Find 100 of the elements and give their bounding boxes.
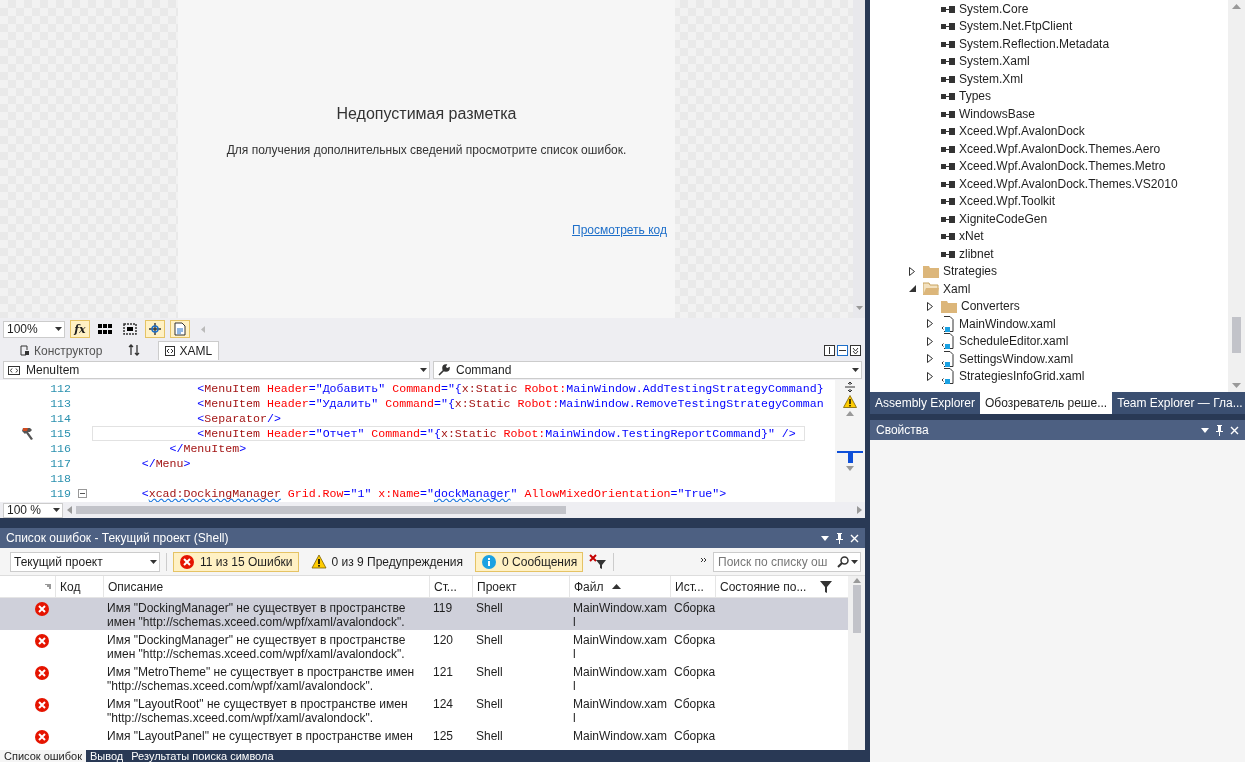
column-header[interactable]: Проект [472,576,569,597]
expand-icon[interactable] [909,266,915,276]
dropdown-icon[interactable] [1201,427,1209,433]
search-field[interactable]: Поиск по списку ош [713,551,861,572]
collapse-pane-icon[interactable] [850,344,861,356]
xaml-tab[interactable]: XAML [158,341,220,360]
view-code-link[interactable]: Просмотреть код [572,223,667,237]
info-icon [481,553,498,570]
tree-item[interactable]: XigniteCodeGen [870,210,1228,228]
document-icon [172,322,188,336]
tree-item[interactable]: System.Reflection.Metadata [870,35,1228,53]
expand-icon[interactable] [927,336,933,346]
error-row[interactable]: Имя "LayoutRoot" не существует в пространстве имен "http://schemas.xceed.com/wpf/xaml/avalondock". 124 Shell MainWindow.xam l Сборка [0,694,848,726]
info-filter-button[interactable]: 0 Сообщения [475,551,584,572]
scroll-up-icon [1232,4,1241,9]
tree-item[interactable]: ScheduleEditor.xaml [870,332,1228,350]
panel-tab[interactable]: Assembly Explorer [870,392,981,414]
code-line: <MenuItem Header="Добавить" Command="{x:Static Robot:MainWindow.AddTestingStrategyCommand} [196,381,825,396]
scope-dropdown[interactable]: Текущий проект [10,551,160,572]
expand-icon[interactable] [927,301,933,311]
pin-icon[interactable] [1215,424,1224,436]
panel-tab[interactable]: Список ошибок [0,750,86,762]
error-description: Имя "LayoutRoot" не существует в пространстве имен "http://schemas.xceed.com/wpf/xaml/avalondock". [106,697,409,725]
scroll-down-icon [1232,383,1241,388]
tree-item[interactable]: StrategiesInfoGrid.xaml [870,367,1228,385]
horizontal-split-icon[interactable] [837,344,848,356]
tree-item[interactable]: Xceed.Wpf.AvalonDock.Themes.Metro [870,157,1228,175]
error-row[interactable]: Имя "DockingManager" не существует в пространстве имен "http://schemas.xceed.com/wpf/xaml/avalondock". 119 Shell MainWindow.xam l Сборка [0,598,848,630]
tree-item[interactable]: Xceed.Wpf.Toolkit [870,192,1228,210]
fx-button[interactable]: fx [70,320,90,338]
tree-item[interactable]: Xaml [870,280,1228,298]
panel-tab[interactable]: Вывод [86,750,128,762]
code-line: <Separator/> [196,411,282,426]
panel-tab[interactable]: Результаты поиска символа [127,750,278,762]
tree-item[interactable]: WindowsBase [870,105,1228,123]
pin-icon[interactable] [835,532,844,544]
expanded-icon[interactable] [908,285,916,293]
dropdown-icon[interactable] [821,535,829,541]
tree-item[interactable]: Xceed.Wpf.AvalonDock [870,122,1228,140]
split-editor-icon[interactable] [844,382,856,392]
error-icon [34,665,50,681]
panel-tab[interactable]: Team Explorer — Гла... [1112,392,1245,414]
zoom-dropdown[interactable]: 100 % [3,502,63,518]
code-line: </MenuItem> [168,441,248,456]
tree-item[interactable]: xNet [870,227,1228,245]
error-row[interactable]: Имя "LayoutPanel" не существует в пространстве имен 125 Shell MainWindow.xam Сборка [0,726,848,746]
warning-icon [843,395,857,408]
filter-icon[interactable] [820,580,832,593]
tree-item[interactable]: zlibnet [870,245,1228,263]
column-header[interactable]: Ист... [670,576,715,597]
close-icon[interactable] [1230,425,1239,435]
column-header[interactable]: Файл [569,576,670,597]
reference-icon [941,127,955,136]
source-cell-text: Сборка [673,729,715,743]
element-dropdown[interactable]: MenuItem [3,361,430,379]
panel-tab[interactable]: Обозреватель реше... [980,392,1113,414]
snap-lines-icon [147,322,163,336]
tree-item[interactable]: System.Xml [870,70,1228,88]
line-number: 116 [49,442,72,455]
scroll-thumb[interactable] [852,585,861,633]
expand-icon[interactable] [927,319,933,329]
column-header[interactable]: Описание [103,576,429,597]
member-dropdown[interactable]: Command [433,361,862,379]
tree-item[interactable]: Converters [870,297,1228,315]
snap-lines-button[interactable] [145,320,165,338]
reference-icon [941,162,955,171]
tree-item[interactable]: Strategies [870,262,1228,280]
scroll-thumb[interactable] [76,506,566,514]
design-tab[interactable]: Конструктор [14,341,109,360]
error-row[interactable]: Имя "DockingManager" не существует в пространстве имен "http://schemas.xceed.com/wpf/xaml/avalondock". 120 Shell MainWindow.xam l Сборка [0,630,848,662]
expand-icon[interactable] [927,354,933,364]
column-header[interactable]: Код [55,576,103,597]
error-filter-button[interactable]: 11 из 15 Ошибки [173,551,299,572]
warning-filter-button[interactable]: 0 из 9 Предупреждения [304,551,470,572]
swap-panes-icon[interactable] [128,344,141,356]
tree-item[interactable]: MainWindow.xaml [870,315,1228,333]
tree-item[interactable]: SettingsWindow.xaml [870,350,1228,368]
tree-item[interactable]: Xceed.Wpf.AvalonDock.Themes.Aero [870,140,1228,158]
column-header[interactable]: Ст... [429,576,472,597]
reference-icon [941,197,955,206]
project-cell-text: Shell [475,665,504,679]
error-row[interactable]: Имя "MetroTheme" не существует в пространстве имен "http://schemas.xceed.com/wpf/xaml/avalondock". 121 Shell MainWindow.xam l Сборка [0,662,848,694]
clear-filter-icon[interactable] [589,553,608,570]
scroll-thumb[interactable] [1232,317,1241,353]
tree-item[interactable]: Xceed.Wpf.AvalonDock.Themes.VS2010 [870,175,1228,193]
code-line: <MenuItem Header="Удалить" Command="{x:Static Robot:MainWindow.RemoveTestingStrategyComman [196,396,825,411]
tree-item[interactable]: System.Core [870,0,1228,18]
tree-item[interactable]: Types [870,87,1228,105]
tree-item[interactable]: System.Xaml [870,52,1228,70]
document-button[interactable] [170,320,190,338]
expand-icon[interactable] [927,371,933,381]
zoom-dropdown[interactable]: 100% [3,320,65,338]
file-cell-text: MainWindow.xam l [572,601,669,629]
collapse-icon[interactable] [78,489,87,498]
column-options-icon[interactable] [45,583,51,590]
tree-item[interactable]: System.Net.FtpClient [870,17,1228,35]
snap-grid-button[interactable] [120,320,140,338]
element-icon [8,365,20,375]
close-icon[interactable] [850,533,859,543]
vertical-split-icon[interactable] [824,344,835,356]
